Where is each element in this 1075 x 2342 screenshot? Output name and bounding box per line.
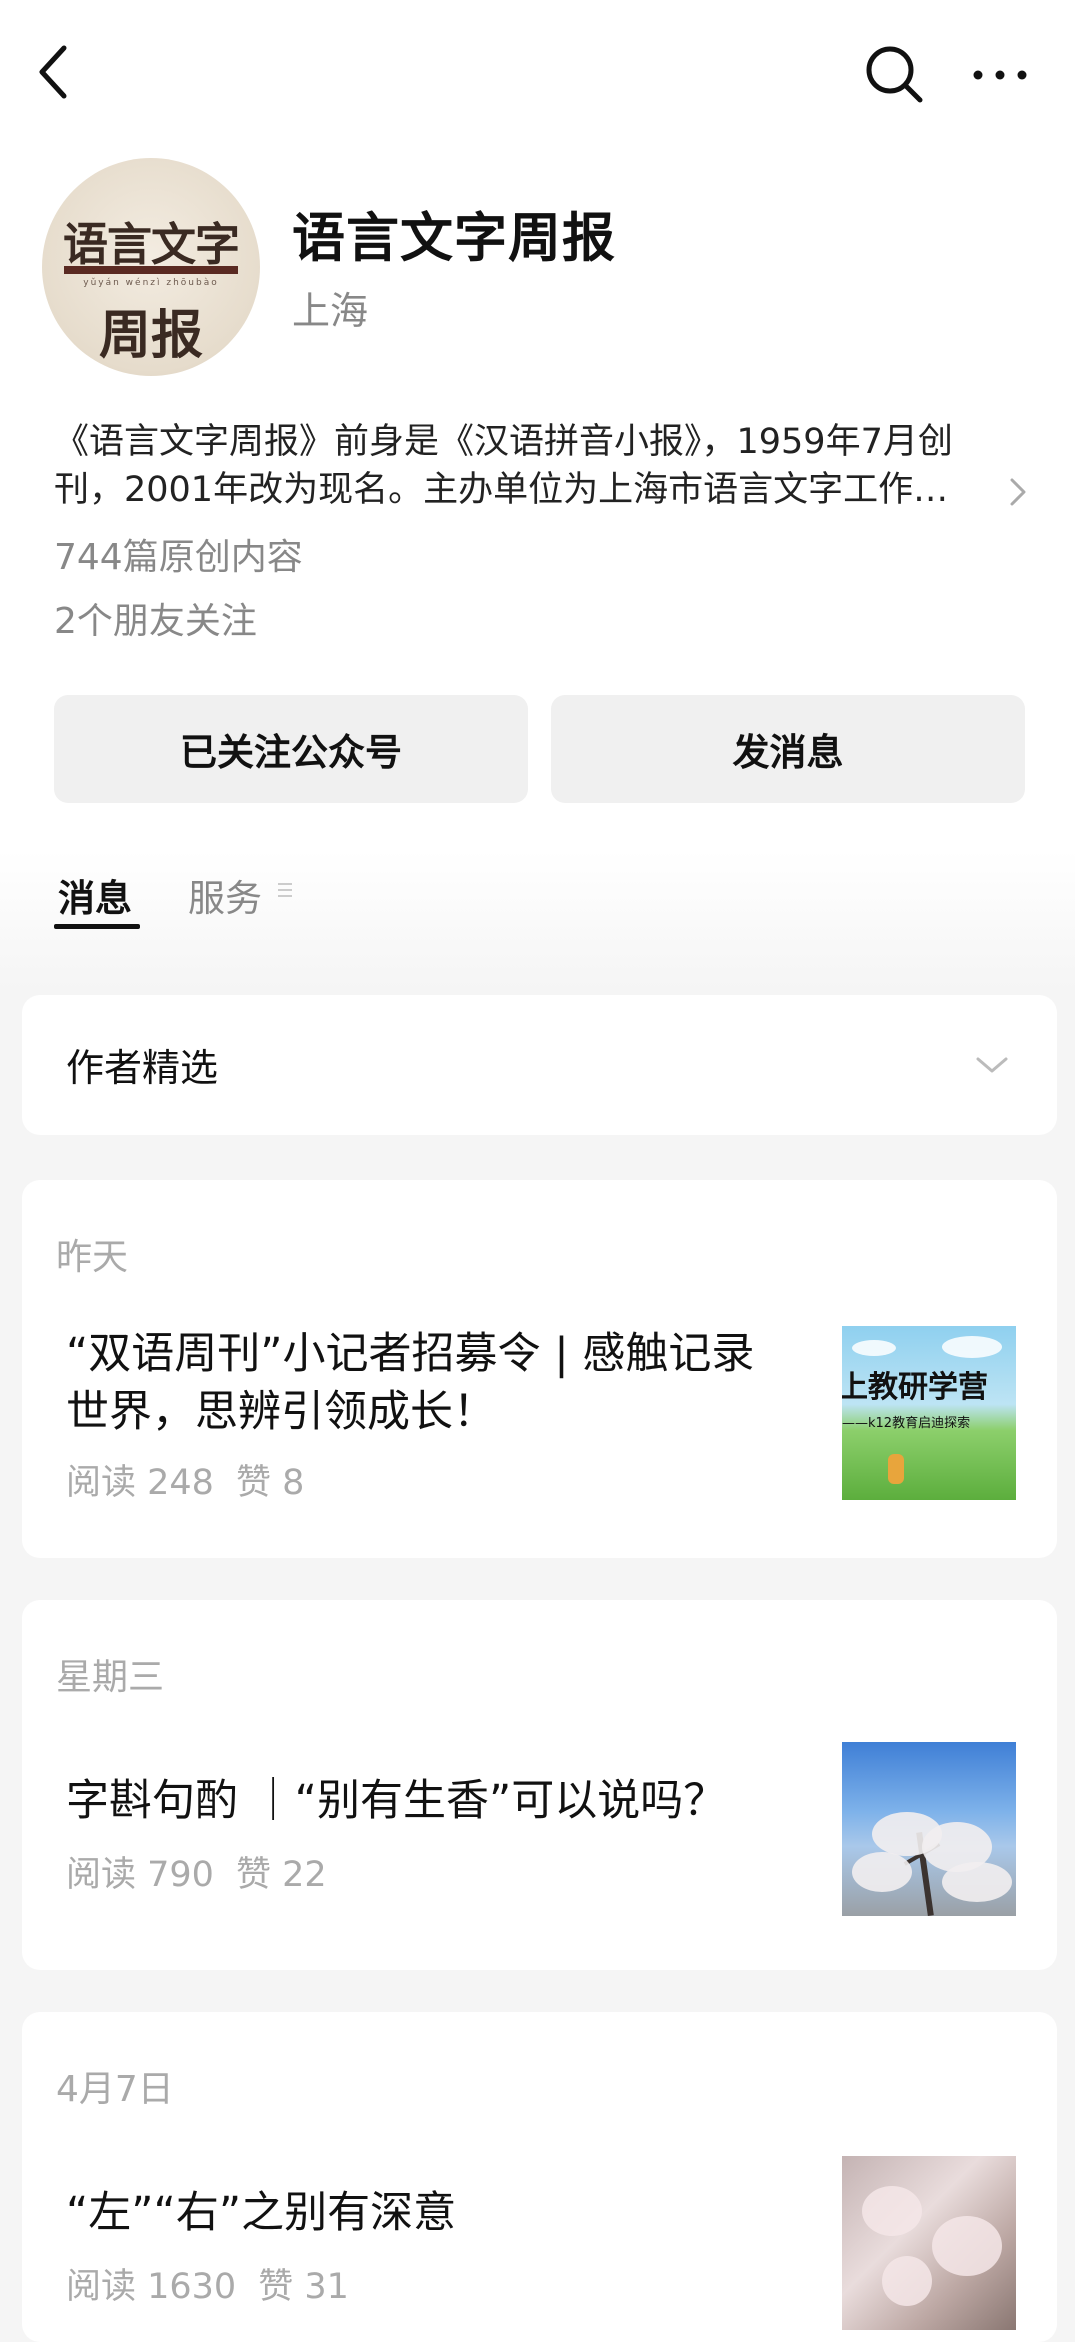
- article-title: “左”“右”之别有深意: [66, 2184, 826, 2242]
- chevron-right-icon[interactable]: [1006, 474, 1032, 510]
- article-date: 昨天: [56, 1237, 129, 1278]
- article-title-line: “双语周刊”小记者招募令 | 感触记录: [66, 1329, 755, 1379]
- account-location: 上海: [292, 289, 369, 333]
- read-count: 阅读 1630: [66, 2267, 237, 2307]
- article-thumbnail[interactable]: [842, 2156, 1016, 2330]
- read-count: 阅读 248: [66, 1463, 214, 1503]
- description-line: 刊，2001年改为现名。主办单位为上海市语言文字工作…: [54, 470, 949, 510]
- avatar-pinyin: yǔyán wénzì zhōubào: [83, 278, 219, 288]
- description-line: 《语言文字周报》前身是《汉语拼音小报》，1959年7月创: [54, 422, 953, 462]
- active-tab-indicator: [54, 924, 140, 929]
- like-count: 赞 22: [235, 1855, 327, 1895]
- search-icon[interactable]: [862, 42, 926, 106]
- read-count: 阅读 790: [66, 1855, 214, 1895]
- thumbnail-subcaption: ——k12教育启迪探索: [842, 1416, 971, 1431]
- author-picks-label: 作者精选: [66, 1046, 219, 1090]
- article-card[interactable]: 昨天 “双语周刊”小记者招募令 | 感触记录 世界，思辨引领成长！ 阅读 248…: [22, 1180, 1057, 1558]
- account-name: 语言文字周报: [292, 208, 616, 269]
- article-card[interactable]: 4月7日 “左”“右”之别有深意 阅读 1630 赞 31: [22, 2012, 1057, 2342]
- tab-messages[interactable]: 消息: [58, 868, 132, 922]
- send-message-button[interactable]: 发消息: [551, 695, 1025, 803]
- thumbnail-figure: [888, 1454, 904, 1484]
- original-content-count[interactable]: 744篇原创内容: [54, 528, 303, 580]
- thumbnail-cloud: [942, 1336, 1002, 1358]
- chevron-down-icon: [976, 1057, 1008, 1073]
- thumbnail-blossom: [882, 2256, 932, 2306]
- article-title: 字斟句酌 ｜“别有生香”可以说吗？: [66, 1772, 826, 1830]
- article-date: 星期三: [56, 1657, 165, 1698]
- more-icon[interactable]: [970, 50, 1030, 100]
- article-title-line: 世界，思辨引领成长！: [66, 1387, 496, 1437]
- thumbnail-cloud: [852, 1340, 896, 1356]
- article-date: 4月7日: [56, 2069, 174, 2110]
- avatar[interactable]: 语言文字 yǔyán wénzì zhōubào 周报: [42, 158, 260, 376]
- back-arrow-icon[interactable]: [30, 42, 80, 102]
- article-card[interactable]: 星期三 字斟句酌 ｜“别有生香”可以说吗？ 阅读 790 赞 22: [22, 1600, 1057, 1970]
- article-thumbnail[interactable]: 上教研学营 ——k12教育启迪探索: [842, 1326, 1016, 1500]
- like-count: 赞 8: [235, 1463, 305, 1503]
- article-stats: 阅读 248 赞 8: [66, 1454, 304, 1505]
- article-title: “双语周刊”小记者招募令 | 感触记录 世界，思辨引领成长！: [66, 1325, 826, 1441]
- thumbnail-blossom: [932, 2216, 1002, 2276]
- avatar-text-bottom: 周报: [98, 305, 203, 366]
- followed-button[interactable]: 已关注公众号: [54, 695, 528, 803]
- like-count: 赞 31: [258, 2267, 349, 2307]
- account-description[interactable]: 《语言文字周报》前身是《汉语拼音小报》，1959年7月创 刊，2001年改为现名…: [54, 418, 1014, 514]
- article-title-line: “左”“右”之别有深意: [66, 2188, 457, 2238]
- avatar-text-top: 语言文字: [62, 218, 240, 271]
- thumbnail-blossom: [852, 1852, 912, 1892]
- menu-icon: [278, 883, 292, 897]
- thumbnail-blossom: [942, 1862, 1012, 1902]
- avatar-divider: [64, 266, 238, 274]
- thumbnail-blossom: [862, 2186, 922, 2236]
- tab-services[interactable]: 服务: [188, 868, 262, 922]
- thumbnail-caption: 上教研学营: [842, 1370, 988, 1405]
- article-thumbnail[interactable]: [842, 1742, 1016, 1916]
- article-stats: 阅读 1630 赞 31: [66, 2258, 349, 2309]
- article-stats: 阅读 790 赞 22: [66, 1846, 327, 1897]
- top-nav-bar: [0, 0, 1075, 150]
- author-picks-card[interactable]: 作者精选: [22, 995, 1057, 1135]
- friends-following-count[interactable]: 2个朋友关注: [54, 592, 257, 644]
- article-title-line: 字斟句酌 ｜“别有生香”可以说吗？: [66, 1776, 727, 1826]
